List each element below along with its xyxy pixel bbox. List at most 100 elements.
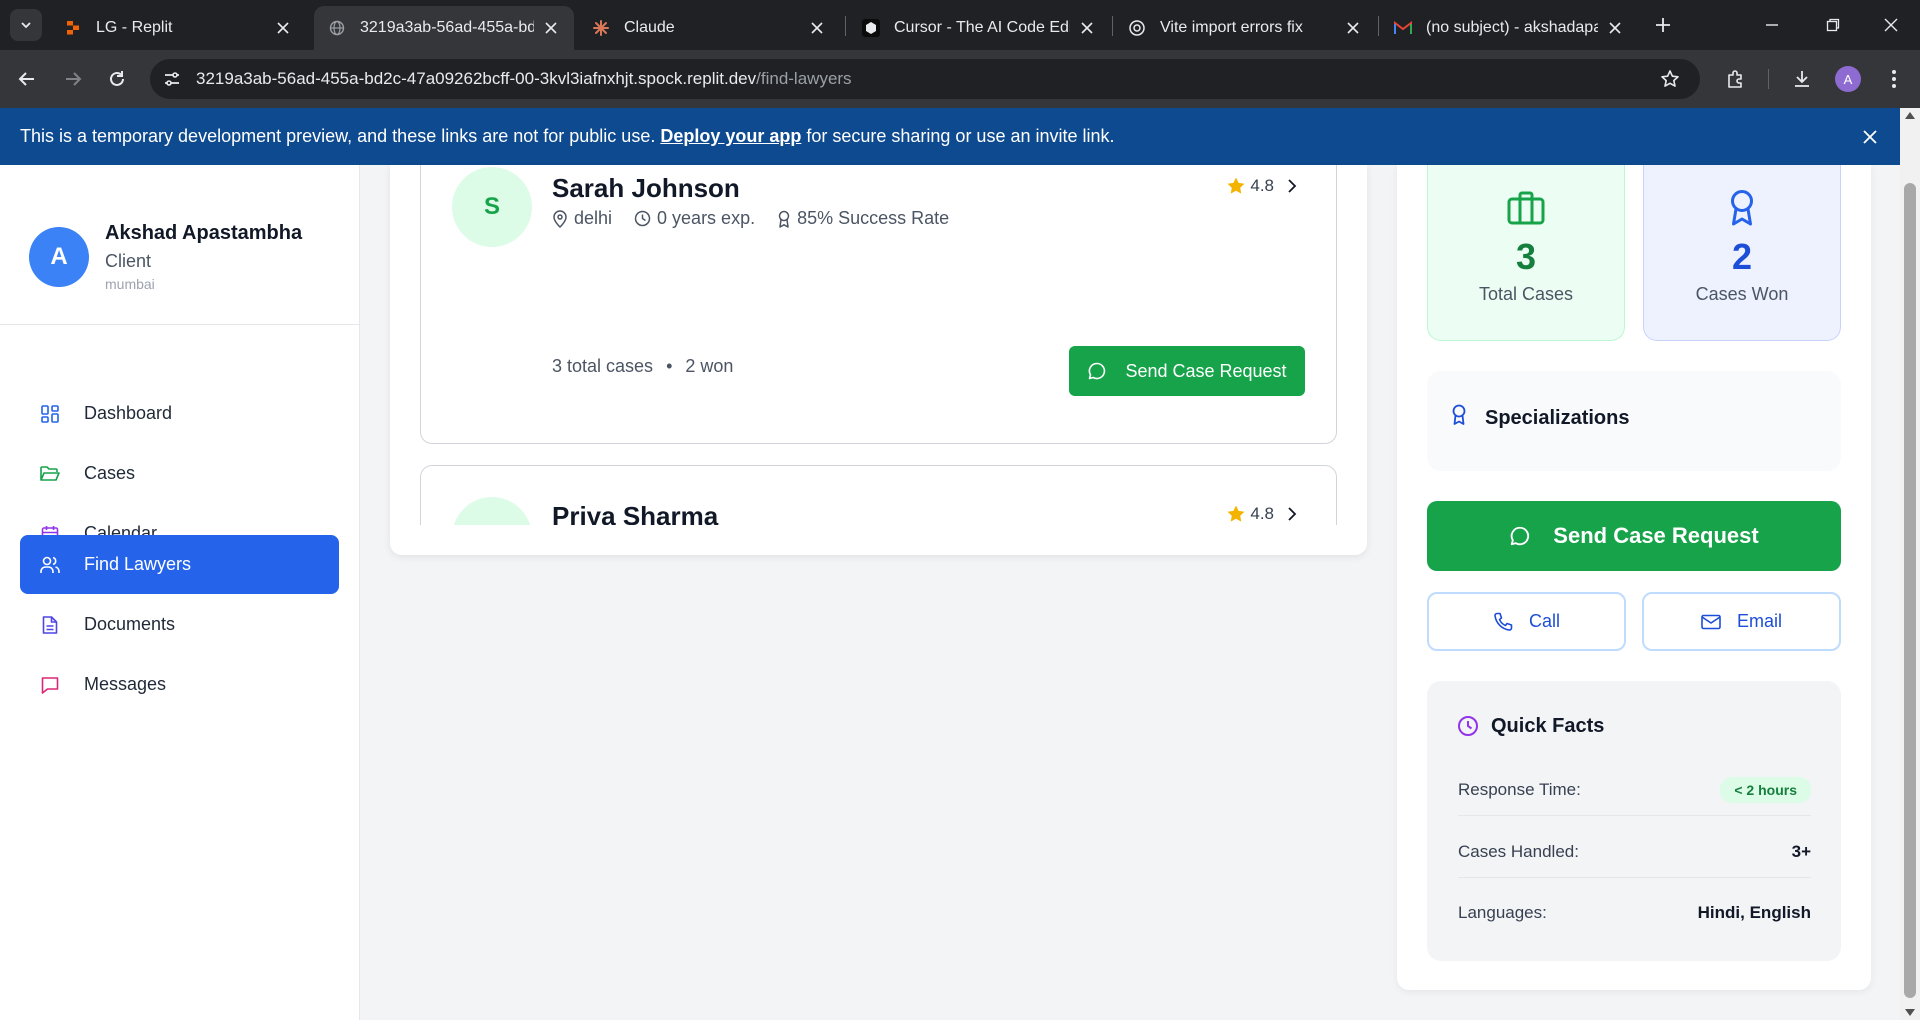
total-cases-text: 3 total cases	[552, 356, 654, 376]
tab-title: Vite import errors fix	[1160, 19, 1303, 36]
fact-label: Response Time:	[1458, 779, 1581, 799]
scroll-up-arrow[interactable]	[1905, 112, 1915, 119]
reload-button[interactable]	[101, 63, 133, 95]
site-settings-icon[interactable]	[154, 61, 190, 97]
user-profile: A Akshad Apastambha Client mumbai	[0, 165, 360, 325]
send-case-request-button[interactable]: Send Case Request	[1069, 346, 1305, 396]
sidebar-item-label: Documents	[84, 614, 176, 634]
tab-title: LG - Replit	[96, 19, 173, 36]
lawyer-card[interactable]: S Sarah Johnson 4.8 delhi 0 years exp. 8…	[420, 165, 1337, 444]
mail-icon	[1701, 614, 1721, 629]
close-icon[interactable]	[1344, 19, 1362, 37]
tab-title: (no subject) - akshadapast	[1426, 19, 1598, 36]
browser-tab-chatgpt[interactable]: Vite import errors fix	[1114, 6, 1376, 50]
address-bar[interactable]: 3219a3ab-56ad-455a-bd2c-47a09262bcff-00-…	[150, 59, 1700, 99]
extensions-button[interactable]	[1721, 64, 1751, 94]
location-text: delhi	[574, 208, 613, 228]
users-icon	[40, 555, 60, 575]
tab-title: Cursor - The AI Code Editor	[894, 19, 1070, 36]
sidebar-item-dashboard[interactable]: Dashboard	[20, 384, 339, 443]
browser-tab-strip: LG - Replit 3219a3ab-56ad-455a-bd2c Clau…	[0, 0, 1920, 50]
lawyer-success-rate: 85% Success Rate	[777, 208, 949, 229]
browser-tab-gmail[interactable]: (no subject) - akshadapast	[1380, 6, 1638, 50]
url-host: 3219a3ab-56ad-455a-bd2c-47a09262bcff-00-…	[196, 69, 757, 88]
document-icon	[40, 615, 60, 635]
experience-text: 0 years exp.	[657, 208, 756, 228]
arrow-left-icon	[18, 72, 34, 86]
briefcase-icon	[1506, 188, 1546, 228]
tab-title: 3219a3ab-56ad-455a-bd2c	[360, 19, 534, 36]
lawyer-experience: 0 years exp.	[634, 208, 755, 229]
fact-label: Cases Handled:	[1458, 841, 1579, 861]
map-pin-icon	[553, 209, 567, 228]
deploy-app-link[interactable]: Deploy your app	[660, 126, 801, 147]
award-icon	[1451, 404, 1467, 431]
call-button[interactable]: Call	[1427, 592, 1626, 651]
close-icon[interactable]	[808, 19, 826, 37]
lawyer-location: delhi	[552, 208, 612, 229]
browser-tab-current[interactable]: 3219a3ab-56ad-455a-bd2c	[314, 6, 574, 50]
scroll-down-arrow[interactable]	[1905, 1009, 1915, 1016]
close-window-button[interactable]	[1878, 12, 1904, 38]
page-scrollbar[interactable]	[1900, 108, 1920, 1020]
bookmark-star-icon[interactable]	[1658, 67, 1682, 91]
tab-divider	[1378, 16, 1379, 36]
tab-search-button[interactable]	[10, 9, 42, 41]
star-icon	[1227, 505, 1245, 522]
phone-icon	[1494, 612, 1513, 631]
banner-close-icon[interactable]	[1858, 125, 1882, 149]
lawyer-list-panel: S Sarah Johnson 4.8 delhi 0 years exp. 8…	[390, 165, 1367, 555]
scrollbar-thumb[interactable]	[1904, 183, 1916, 998]
cases-won-card: 2 Cases Won	[1643, 165, 1841, 341]
dashboard-icon	[40, 404, 60, 424]
new-tab-button[interactable]	[1650, 12, 1676, 38]
chatgpt-icon	[1128, 19, 1146, 37]
star-icon	[1227, 177, 1245, 194]
email-button[interactable]: Email	[1642, 592, 1841, 651]
sidebar-item-cases[interactable]: Cases	[20, 444, 339, 503]
sidebar-item-label: Find Lawyers	[84, 554, 192, 574]
browser-tab-cursor[interactable]: Cursor - The AI Code Editor	[848, 6, 1110, 50]
puzzle-icon	[1728, 70, 1742, 88]
close-icon[interactable]	[542, 19, 560, 37]
minimize-button[interactable]	[1759, 12, 1785, 38]
send-case-request-button-large[interactable]: Send Case Request	[1427, 501, 1841, 571]
lawyer-name[interactable]: Sarah Johnson	[552, 173, 740, 204]
clock-icon	[634, 210, 651, 227]
plus-icon	[1656, 18, 1670, 32]
sidebar-item-documents[interactable]: Documents	[20, 595, 339, 654]
browser-tab-replit[interactable]: LG - Replit	[50, 6, 306, 50]
cases-won-label: Cases Won	[1695, 284, 1789, 304]
lawyer-rating: 4.8	[1226, 504, 1300, 524]
profile-avatar[interactable]: A	[1835, 66, 1861, 92]
sidebar-item-find-lawyers[interactable]: Find Lawyers	[20, 535, 339, 594]
sidebar-item-label: Cases	[84, 463, 136, 483]
chevron-right-icon[interactable]	[1284, 178, 1300, 194]
close-icon[interactable]	[1606, 19, 1624, 37]
close-icon[interactable]	[274, 19, 292, 37]
restore-button[interactable]	[1820, 12, 1846, 38]
award-icon	[778, 210, 790, 228]
forward-button[interactable]	[57, 63, 89, 95]
fact-value: 3+	[1791, 841, 1811, 861]
sidebar-item-messages[interactable]: Messages	[20, 655, 339, 714]
banner-text: This is a temporary development preview,…	[20, 126, 656, 146]
quick-fact-row: Cases Handled: 3+	[1458, 826, 1811, 878]
globe-icon	[328, 19, 346, 37]
lawyer-meta: delhi 0 years exp. 85% Success Rate	[552, 208, 971, 229]
replit-icon	[64, 19, 82, 37]
total-cases-label: Total Cases	[1478, 284, 1574, 304]
lawyer-profile-panel: 3 Total Cases 2 Cases Won Specialization…	[1397, 165, 1871, 990]
downloads-button[interactable]	[1787, 64, 1817, 94]
browser-tab-claude[interactable]: Claude	[578, 6, 840, 50]
award-icon	[1722, 188, 1762, 228]
browser-toolbar: 3219a3ab-56ad-455a-bd2c-47a09262bcff-00-…	[0, 50, 1920, 108]
close-icon	[1884, 18, 1898, 32]
toolbar-divider	[1768, 69, 1769, 89]
browser-menu-button[interactable]	[1879, 64, 1909, 94]
success-rate-text: 85% Success Rate	[797, 208, 950, 228]
back-button[interactable]	[11, 63, 43, 95]
close-icon[interactable]	[1078, 19, 1096, 37]
restore-icon	[1826, 18, 1840, 32]
chevron-right-icon[interactable]	[1284, 506, 1300, 522]
